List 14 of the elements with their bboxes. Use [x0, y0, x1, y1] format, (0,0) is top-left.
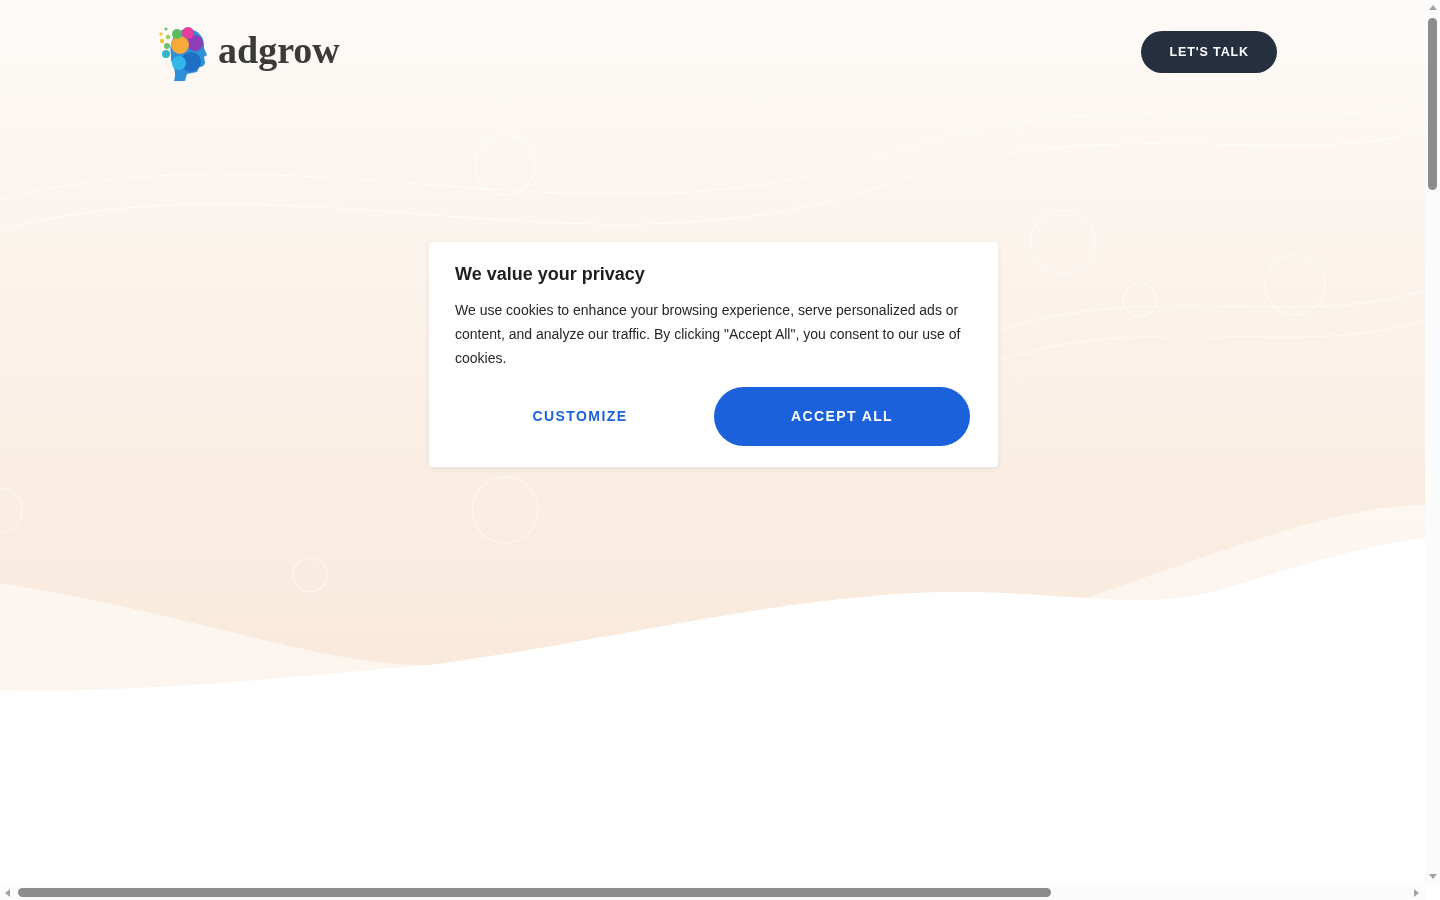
dialog-title: We value your privacy — [455, 263, 646, 286]
scrollbar-thumb[interactable] — [18, 888, 1051, 897]
customize-button[interactable]: CUSTOMIZE — [455, 387, 705, 446]
horizontal-scrollbar[interactable] — [0, 885, 1425, 900]
scroll-left-arrow-icon[interactable] — [5, 889, 10, 897]
scroll-right-arrow-icon[interactable] — [1414, 889, 1419, 897]
logo-wordmark[interactable]: adgrow — [218, 31, 340, 73]
dialog-message: We use cookies to enhance your browsing experience, serve personalized ads or content, and analyze our traffic. By clicking "Accept All", you consent to our use of cookies. — [455, 301, 962, 368]
scrollbar-thumb[interactable] — [1428, 18, 1437, 190]
scroll-up-arrow-icon[interactable] — [1429, 5, 1437, 10]
scroll-down-arrow-icon[interactable] — [1429, 874, 1437, 879]
accept-all-button[interactable]: ACCEPT ALL — [714, 387, 970, 446]
vertical-scrollbar[interactable] — [1425, 0, 1440, 885]
lets-talk-button[interactable]: LET'S TALK — [1141, 31, 1277, 73]
